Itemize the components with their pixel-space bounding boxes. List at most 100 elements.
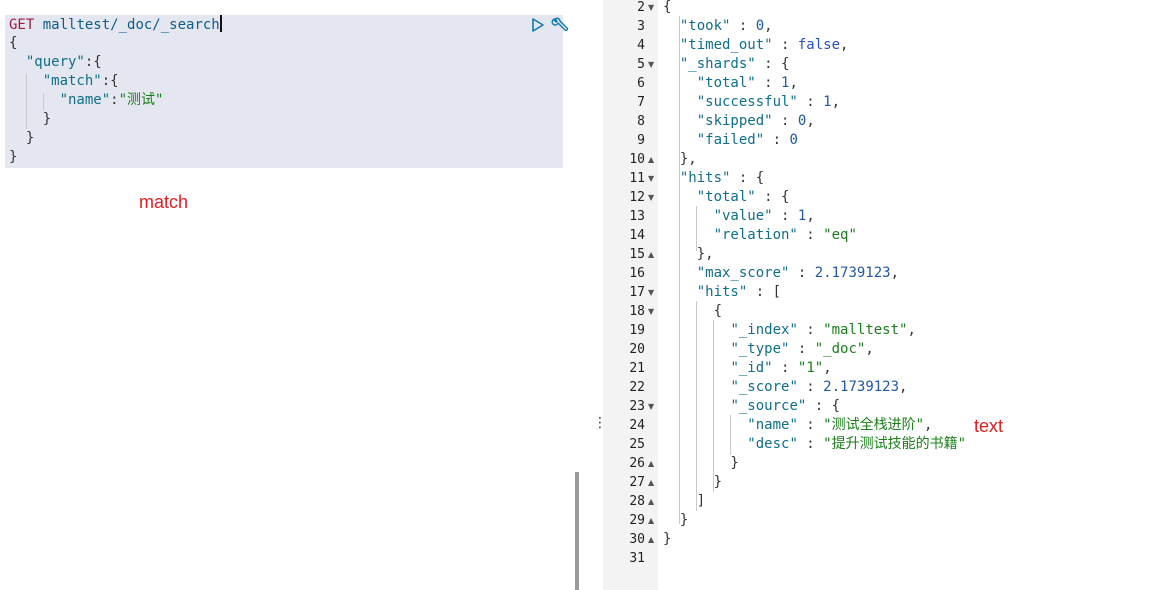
response-line: } (663, 474, 723, 490)
wrench-icon[interactable] (551, 16, 569, 34)
fold-toggle-icon[interactable]: ▲ (648, 511, 654, 530)
fold-toggle-icon[interactable]: ▼ (648, 169, 654, 188)
line-number: 10 (629, 152, 645, 167)
response-line: { (663, 0, 672, 15)
fold-toggle-icon[interactable]: ▼ (648, 283, 654, 302)
json-key: "_index" (730, 322, 798, 338)
line-number: 2 (637, 0, 645, 15)
fold-toggle-icon[interactable]: ▲ (648, 245, 654, 264)
line-number: 6 (637, 76, 645, 91)
fold-toggle-icon[interactable]: ▲ (648, 150, 654, 169)
json-key: "total" (696, 75, 756, 91)
json-value: "提升测试技能的书籍" (823, 436, 967, 452)
json-key: "hits" (696, 284, 748, 300)
editor-scrollbar[interactable] (575, 472, 579, 590)
json-key: "_id" (730, 360, 773, 376)
json-value: 1 (823, 94, 832, 110)
json-key: "total" (696, 189, 756, 205)
response-line: } (663, 512, 689, 528)
json-key: "took" (679, 18, 731, 34)
request-editor-pane[interactable]: GET malltest/_doc/_search { "query":{ "m… (5, 0, 587, 590)
request-line-2: { (9, 35, 18, 51)
request-line-6: } (9, 111, 52, 127)
json-value: "malltest" (823, 322, 908, 338)
json-value: 0 (755, 18, 765, 34)
line-number: 18 (629, 304, 645, 319)
line-number: 19 (629, 323, 645, 338)
http-method: GET (9, 17, 35, 33)
line-number: 5 (637, 57, 645, 72)
request-line-5: "name":"测试" (59, 92, 164, 108)
response-line: "_score" : 2.1739123, (730, 379, 908, 395)
fold-toggle-icon[interactable]: ▼ (648, 0, 654, 17)
json-value: 2.1739123 (814, 265, 891, 281)
fold-toggle-icon[interactable]: ▼ (648, 302, 654, 321)
request-line-7: } (9, 130, 35, 146)
response-line: "total" : { (696, 189, 790, 205)
json-value: false (797, 37, 841, 53)
json-key: "name" (747, 417, 798, 433)
json-value: "eq" (823, 227, 857, 243)
line-number: 7 (637, 95, 645, 110)
text-annotation: text (974, 416, 1004, 436)
response-line: "took" : 0, (679, 18, 773, 34)
response-line: "total" : 1, (696, 75, 798, 91)
pane-divider[interactable] (587, 0, 601, 590)
json-key: "desc" (747, 436, 798, 452)
request-line-1[interactable]: GET malltest/_doc/_search (9, 15, 222, 35)
query-key: "query" (25, 54, 85, 70)
fold-toggle-icon[interactable]: ▲ (648, 454, 654, 473)
line-number: 22 (629, 380, 645, 395)
line-number-gutter: 2 3 4 5 6 7 8 9 10 11 12 13 14 15 16 17 … (603, 0, 658, 590)
response-pane: 2 3 4 5 6 7 8 9 10 11 12 13 14 15 16 17 … (603, 0, 1170, 590)
indent-guide (43, 93, 44, 110)
line-number: 9 (637, 133, 645, 148)
line-number: 24 (629, 418, 645, 433)
response-line: "timed_out" : false, (679, 37, 849, 53)
line-number: 31 (629, 551, 645, 566)
response-line: "skipped" : 0, (696, 113, 815, 129)
line-number: 4 (637, 38, 645, 53)
line-number: 25 (629, 437, 645, 452)
response-line: "max_score" : 2.1739123, (696, 265, 900, 281)
response-line: "relation" : "eq" (713, 227, 857, 243)
fold-toggle-icon[interactable]: ▼ (648, 397, 654, 416)
fold-toggle-icon[interactable]: ▲ (648, 473, 654, 492)
fold-toggle-icon[interactable]: ▼ (648, 55, 654, 74)
line-number: 16 (629, 266, 645, 281)
fold-toggle-icon[interactable]: ▲ (648, 492, 654, 511)
line-number: 12 (629, 190, 645, 205)
fold-toggle-icon[interactable]: ▼ (648, 188, 654, 207)
line-number: 23 (629, 399, 645, 414)
field-value: "测试" (118, 92, 164, 108)
response-line: "name" : "测试全栈进阶", (747, 417, 933, 433)
json-key: "failed" (696, 132, 765, 148)
json-key: "_score" (730, 379, 798, 395)
fold-toggle-icon[interactable]: ▲ (648, 530, 654, 549)
json-value: "_doc" (814, 341, 866, 357)
json-key: "timed_out" (679, 37, 773, 53)
response-line: "successful" : 1, (696, 94, 841, 110)
line-number: 11 (629, 171, 645, 186)
response-line: "_id" : "1", (730, 360, 832, 376)
line-number: 14 (629, 228, 645, 243)
request-line-8: } (9, 149, 18, 165)
request-line-3: "query":{ (25, 54, 102, 70)
line-number: 8 (637, 114, 645, 129)
response-line: }, (663, 151, 697, 167)
json-key: "hits" (679, 170, 731, 186)
line-number: 13 (629, 209, 645, 224)
line-number: 26 (629, 456, 645, 471)
response-line: "hits" : { (679, 170, 765, 186)
play-icon[interactable] (531, 18, 545, 32)
response-line: } (663, 455, 739, 471)
line-number: 28 (629, 494, 645, 509)
response-line: "desc" : "提升测试技能的书籍" (747, 436, 967, 452)
response-line: } (663, 531, 672, 547)
match-key: "match" (42, 73, 102, 89)
line-number: 30 (629, 532, 645, 547)
response-line: "failed" : 0 (696, 132, 798, 148)
json-key: "_shards" (679, 56, 756, 72)
response-line: "_index" : "malltest", (730, 322, 916, 338)
response-line: }, (663, 246, 714, 262)
